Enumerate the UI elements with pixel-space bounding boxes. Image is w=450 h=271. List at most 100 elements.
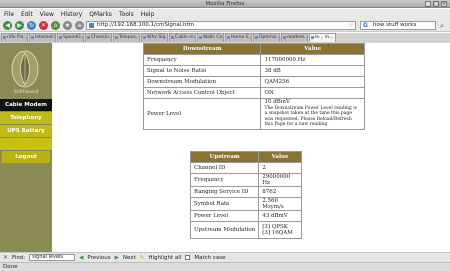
bookmark-star-icon[interactable]: ☆: [348, 22, 353, 29]
browser-tab[interactable]: Optimiz...: [253, 33, 280, 42]
menu-qmarks[interactable]: QMarks: [89, 11, 112, 18]
value-header: Value: [258, 151, 302, 163]
row-label: Frequency: [189, 173, 260, 187]
search-go-icon[interactable]: ⌕: [438, 22, 446, 30]
find-bar: ✕ Find: signal levels ◀ Previous ▶ Next …: [0, 252, 450, 262]
find-next-icon[interactable]: ▶: [115, 255, 119, 261]
downstream-table: Downstream Value Frequency 117000000 Hz …: [142, 43, 365, 130]
modulation-cell: [3] QPSK [3] 16QAM: [258, 221, 302, 239]
row-label: Ranging Service ID: [189, 186, 260, 198]
table-row: Frequency 29000000 Hz: [189, 173, 302, 187]
modulation-value: [3] 16QAM: [262, 230, 293, 236]
status-bar: Done: [0, 262, 450, 271]
page-content: SURFboard Cable Modem Telephony UPS Batt…: [0, 43, 450, 252]
history-tool-icon[interactable]: ≡: [75, 21, 84, 30]
table-row: Signal to Noise Ratio 38 dB: [142, 65, 365, 77]
power-level-cell: 10 dBmV The Downstream Power Level readi…: [260, 98, 365, 130]
logout-button[interactable]: Logout: [2, 151, 50, 163]
row-label: Symbol Rate: [189, 197, 260, 211]
table-row: Power Level 43 dBmV: [189, 210, 302, 222]
match-case-label[interactable]: Match case: [194, 255, 225, 261]
row-value: 38 dB: [260, 65, 365, 77]
browser-tab[interactable]: Telepos...: [113, 33, 140, 42]
url-bar[interactable]: http://192.168.100.1/cmSignal.htm ☆: [86, 21, 356, 30]
match-case-checkbox[interactable]: [185, 255, 191, 260]
row-value: 8762: [258, 186, 302, 198]
window-titlebar: Mozilla Firefox _ □ ×: [0, 0, 450, 8]
row-value: 43 dBmV: [258, 210, 302, 222]
find-previous-button[interactable]: Previous: [87, 255, 110, 261]
status-text: Done: [3, 264, 18, 270]
nav-ups-battery[interactable]: UPS Battery: [0, 125, 52, 137]
browser-tab[interactable]: Cable m...: [169, 33, 196, 42]
find-next-button[interactable]: Next: [123, 255, 136, 261]
browser-tab[interactable]: Home E...: [225, 33, 252, 42]
highlight-icon: ✎: [139, 254, 145, 261]
menu-history[interactable]: History: [61, 11, 82, 18]
table-row: Channel ID 2: [189, 162, 302, 174]
find-previous-icon[interactable]: ◀: [79, 255, 83, 261]
upstream-header: Upstream: [189, 151, 260, 163]
row-label: Downstream Modulation: [142, 76, 262, 88]
nav-telephony[interactable]: Telephony: [0, 112, 52, 124]
menu-help[interactable]: Help: [141, 11, 155, 18]
row-label: Power Level: [142, 98, 262, 130]
row-label: Upstream Modulation: [189, 221, 260, 239]
upstream-table: Upstream Value Channel ID 2 Frequency 29…: [189, 151, 302, 239]
find-input[interactable]: signal levels: [29, 254, 76, 261]
minimize-icon[interactable]: _: [425, 1, 431, 7]
table-row: Network Access Control Object ON: [142, 87, 365, 99]
nav-spacer: [0, 138, 52, 150]
table-row: Upstream Modulation [3] QPSK [3] 16QAM: [189, 221, 302, 239]
row-value: QAM256: [260, 76, 365, 88]
browser-tab[interactable]: rifle fro...: [1, 33, 28, 42]
row-label: Signal to Noise Ratio: [142, 65, 262, 77]
logo-text: SURFboard: [13, 90, 39, 95]
menu-edit[interactable]: Edit: [21, 11, 33, 18]
browser-tab-active[interactable]: le... m...: [309, 33, 336, 42]
row-value: 2.560 Msym/s: [258, 197, 302, 211]
find-label: Find:: [12, 254, 26, 261]
menu-bar: File Edit View History QMarks Tools Help: [0, 9, 450, 19]
browser-tab[interactable]: Why Sig...: [141, 33, 168, 42]
power-level-note: The Downstream Power Level reading is a …: [264, 105, 357, 128]
browser-tab[interactable]: Internet Fi...: [29, 33, 56, 42]
menu-tools[interactable]: Tools: [119, 11, 134, 18]
maximize-icon[interactable]: □: [433, 1, 439, 7]
nav-cable-modem[interactable]: Cable Modem: [0, 99, 52, 111]
row-label: Power Level: [189, 210, 260, 222]
highlight-all-button[interactable]: Highlight all: [148, 255, 181, 261]
row-label: Network Access Control Object: [142, 87, 262, 99]
browser-tab[interactable]: SpeedG...: [57, 33, 84, 42]
bookmark-tool-icon[interactable]: ★: [63, 21, 72, 30]
table-row: Frequency 117000000 Hz: [142, 54, 365, 66]
row-value: 2: [258, 162, 302, 174]
browser-tab[interactable]: Checkin...: [85, 33, 112, 42]
value-header: Value: [260, 43, 365, 55]
close-find-icon[interactable]: ✕: [3, 254, 8, 261]
downstream-header: Downstream: [142, 43, 262, 55]
search-box[interactable]: G how stuff works: [360, 21, 436, 30]
stop-icon[interactable]: ✕: [39, 21, 48, 30]
forward-icon[interactable]: ▶: [15, 21, 24, 30]
modem-sidebar: SURFboard Cable Modem Telephony UPS Batt…: [0, 43, 52, 252]
row-label: Frequency: [142, 54, 262, 66]
back-icon[interactable]: ◀: [3, 21, 12, 30]
url-text: http://192.168.100.1/cmSignal.htm: [97, 22, 194, 28]
browser-tab[interactable]: Walls Ca...: [197, 33, 224, 42]
table-row: Symbol Rate 2.560 Msym/s: [189, 197, 302, 211]
close-icon[interactable]: ×: [441, 1, 447, 7]
window-title: Mozilla Firefox: [205, 1, 245, 7]
row-value: 117000000 Hz: [260, 54, 365, 66]
table-row: Ranging Service ID 8762: [189, 186, 302, 198]
google-search-icon: G: [363, 22, 368, 29]
menu-file[interactable]: File: [4, 11, 14, 18]
browser-tab[interactable]: modem...: [281, 33, 308, 42]
tab-bar: rifle fro... Internet Fi... SpeedG... Ch…: [0, 33, 450, 43]
reload-icon[interactable]: ↻: [27, 21, 36, 30]
site-favicon-icon: [89, 23, 94, 28]
menu-view[interactable]: View: [40, 11, 54, 18]
home-icon[interactable]: ⌂: [51, 21, 60, 30]
row-value: ON: [260, 87, 365, 99]
search-input[interactable]: how stuff works: [373, 22, 416, 28]
